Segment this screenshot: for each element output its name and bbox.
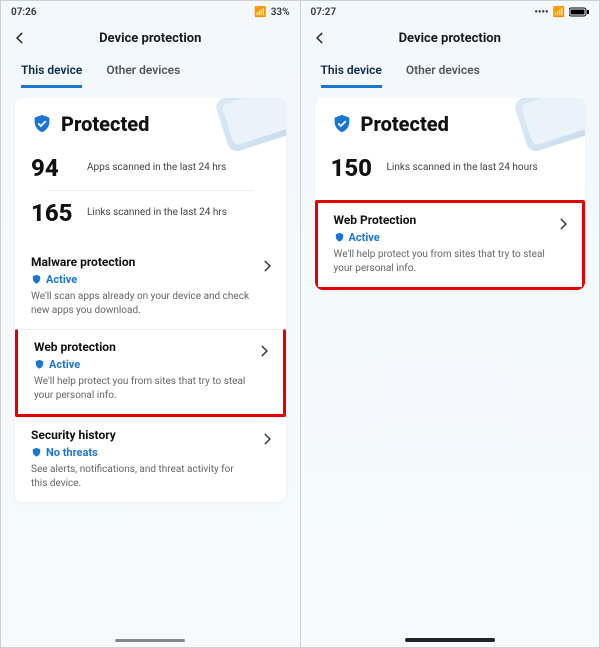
status-right: 📶 33% <box>254 7 289 18</box>
protection-card: Protected 150 Links scanned in the last … <box>315 98 586 290</box>
stats: 150 Links scanned in the last 24 hours <box>315 146 586 200</box>
hero-label: Protected <box>361 112 449 136</box>
page-title: Device protection <box>311 31 590 46</box>
links-text: Links scanned in the last 24 hrs <box>87 207 227 220</box>
titlebar: Device protection <box>301 23 600 57</box>
shield-icon <box>334 232 345 243</box>
web-status-text: Active <box>49 358 80 371</box>
phone-left: 07:26 📶 33% Device protection This devic… <box>1 1 300 647</box>
web-desc: We'll help protect you from sites that t… <box>334 248 554 275</box>
history-title: Security history <box>31 428 270 442</box>
divider <box>47 190 254 191</box>
links-count: 165 <box>31 199 77 227</box>
section-web[interactable]: Web Protection Active We'll help protect… <box>315 200 586 290</box>
malware-title: Malware protection <box>31 255 270 269</box>
hero-label: Protected <box>61 112 149 136</box>
links-count: 150 <box>331 154 377 182</box>
tab-other-devices[interactable]: Other devices <box>406 57 480 88</box>
shield-check-icon <box>31 113 53 135</box>
phone-right: 07:27 •••• 📶 Device protection This devi… <box>300 1 600 647</box>
signal-icon: •••• <box>534 7 548 18</box>
chevron-right-icon <box>260 259 274 273</box>
shield-check-icon <box>331 113 353 135</box>
web-title: Web Protection <box>334 213 567 227</box>
shield-icon <box>34 359 45 370</box>
home-indicator <box>405 638 495 642</box>
apps-count: 94 <box>31 154 77 182</box>
section-web[interactable]: Web protection Active We'll help protect… <box>15 329 286 417</box>
malware-status: Active <box>31 273 270 286</box>
tabs: This device Other devices <box>301 57 600 88</box>
section-history[interactable]: Security history No threats See alerts, … <box>15 417 286 502</box>
web-desc: We'll help protect you from sites that t… <box>34 375 254 402</box>
history-status-text: No threats <box>46 446 98 459</box>
battery-text: 33% <box>271 7 290 18</box>
chevron-right-icon <box>257 344 271 358</box>
battery-icon <box>569 7 589 17</box>
network-icons: 📶 <box>254 7 266 18</box>
stat-links: 150 Links scanned in the last 24 hours <box>331 148 570 188</box>
titlebar: Device protection <box>1 23 300 57</box>
wifi-icon: 📶 <box>553 7 565 18</box>
history-desc: See alerts, notifications, and threat ac… <box>31 463 251 490</box>
tab-this-device[interactable]: This device <box>21 57 82 88</box>
stats: 94 Apps scanned in the last 24 hrs 165 L… <box>15 146 286 245</box>
history-status: No threats <box>31 446 270 459</box>
statusbar: 07:26 📶 33% <box>1 1 300 23</box>
malware-status-text: Active <box>46 273 77 286</box>
shield-icon <box>31 447 42 458</box>
web-status: Active <box>334 231 567 244</box>
web-status: Active <box>34 358 267 371</box>
chevron-right-icon <box>260 432 274 446</box>
links-text: Links scanned in the last 24 hours <box>387 162 538 175</box>
malware-desc: We'll scan apps already on your device a… <box>31 290 251 317</box>
status-right: •••• 📶 <box>534 7 589 18</box>
stat-apps: 94 Apps scanned in the last 24 hrs <box>31 148 270 188</box>
home-indicator <box>115 639 185 642</box>
tabs: This device Other devices <box>1 57 300 88</box>
web-status-text: Active <box>349 231 380 244</box>
page-title: Device protection <box>11 31 290 46</box>
shield-icon <box>31 274 42 285</box>
tab-other-devices[interactable]: Other devices <box>106 57 180 88</box>
section-malware[interactable]: Malware protection Active We'll scan app… <box>15 245 286 329</box>
chevron-right-icon <box>556 217 570 231</box>
status-time: 07:27 <box>311 7 337 18</box>
statusbar: 07:27 •••• 📶 <box>301 1 600 23</box>
tab-this-device[interactable]: This device <box>321 57 382 88</box>
apps-text: Apps scanned in the last 24 hrs <box>87 162 226 175</box>
status-time: 07:26 <box>11 7 37 18</box>
stat-links: 165 Links scanned in the last 24 hrs <box>31 193 270 233</box>
protection-card: Protected 94 Apps scanned in the last 24… <box>15 98 286 502</box>
web-title: Web protection <box>34 340 267 354</box>
